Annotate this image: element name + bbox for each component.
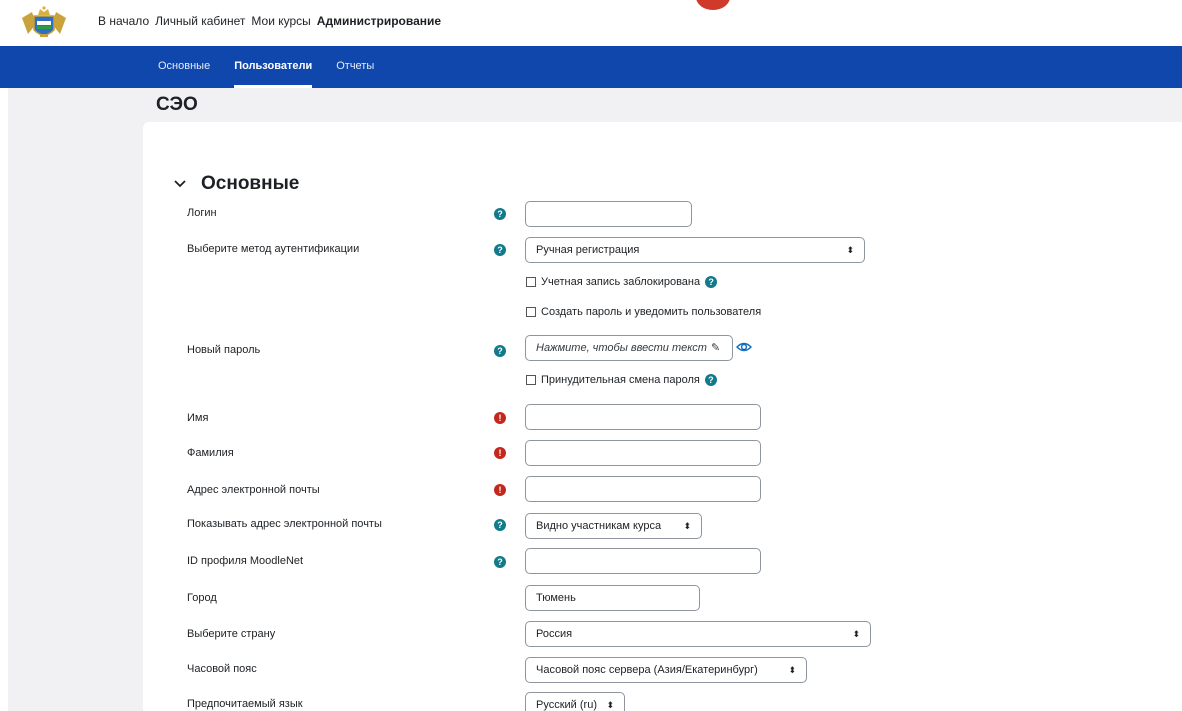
help-icon[interactable]: ? bbox=[705, 276, 718, 288]
nav-home-link[interactable]: В начало bbox=[98, 14, 149, 28]
section-general-header[interactable]: Основные bbox=[173, 173, 299, 195]
required-icon: ! bbox=[494, 484, 506, 496]
secondary-navigation: Основные Пользователи Отчеты bbox=[0, 46, 1182, 88]
country-select[interactable]: Россия ⬍ bbox=[525, 621, 871, 647]
city-label: Город bbox=[187, 592, 217, 604]
help-icon[interactable]: ? bbox=[704, 374, 717, 386]
left-drawer-strip bbox=[0, 88, 8, 711]
suspended-checkbox-row[interactable]: Учетная запись заблокирована ? bbox=[526, 276, 718, 288]
lastname-input[interactable] bbox=[525, 440, 761, 466]
tab-users[interactable]: Пользователи bbox=[234, 46, 313, 88]
create-password-checkbox-row[interactable]: Создать пароль и уведомить пользователя bbox=[526, 306, 761, 318]
top-navbar: В начало Личный кабинет Мои курсы Админи… bbox=[0, 0, 1182, 46]
help-icon[interactable]: ? bbox=[494, 519, 506, 531]
timezone-label: Часовой пояс bbox=[187, 663, 257, 675]
create-password-checkbox[interactable] bbox=[526, 307, 536, 317]
country-value: Россия bbox=[536, 628, 573, 640]
section-title: Основные bbox=[201, 173, 300, 194]
new-password-input[interactable]: Нажмите, чтобы ввести текст ✎ bbox=[525, 335, 733, 361]
coat-of-arms-logo[interactable] bbox=[18, 4, 70, 42]
username-label: Логин bbox=[187, 207, 217, 219]
nav-administration-link[interactable]: Администрирование bbox=[317, 14, 441, 28]
select-arrow-icon: ⬍ bbox=[683, 521, 691, 531]
force-password-change-checkbox[interactable] bbox=[526, 375, 536, 385]
create-password-label: Создать пароль и уведомить пользователя bbox=[541, 306, 762, 318]
select-arrow-icon: ⬍ bbox=[846, 245, 854, 255]
firstname-input[interactable] bbox=[525, 404, 761, 430]
email-display-label: Показывать адрес электронной почты bbox=[187, 518, 382, 530]
new-password-placeholder: Нажмите, чтобы ввести текст bbox=[536, 342, 707, 354]
timezone-value: Часовой пояс сервера (Азия/Екатеринбург) bbox=[536, 664, 758, 676]
page-title: СЭО bbox=[156, 94, 198, 115]
help-icon[interactable]: ? bbox=[494, 208, 506, 220]
required-icon: ! bbox=[494, 412, 506, 424]
nav-dashboard-link[interactable]: Личный кабинет bbox=[155, 14, 245, 28]
force-password-change-label: Принудительная смена пароля bbox=[541, 374, 700, 386]
language-value: Русский (ru) bbox=[536, 699, 597, 711]
language-label: Предпочитаемый язык bbox=[187, 698, 303, 710]
help-icon[interactable]: ? bbox=[494, 345, 506, 357]
select-arrow-icon: ⬍ bbox=[788, 665, 796, 675]
select-arrow-icon: ⬍ bbox=[852, 629, 860, 639]
auth-method-label: Выберите метод аутентификации bbox=[187, 243, 360, 255]
select-arrow-icon: ⬍ bbox=[606, 700, 614, 710]
country-label: Выберите страну bbox=[187, 628, 276, 640]
tab-reports[interactable]: Отчеты bbox=[336, 46, 374, 88]
email-display-value: Видно участникам курса bbox=[536, 520, 662, 532]
suspended-label: Учетная запись заблокирована bbox=[541, 276, 701, 288]
help-icon[interactable]: ? bbox=[494, 556, 506, 568]
timezone-select[interactable]: Часовой пояс сервера (Азия/Екатеринбург)… bbox=[525, 657, 807, 683]
new-password-label: Новый пароль bbox=[187, 344, 261, 356]
city-input[interactable]: Тюмень bbox=[525, 585, 700, 611]
pencil-icon: ✎ bbox=[710, 342, 721, 354]
auth-method-value: Ручная регистрация bbox=[536, 244, 640, 256]
auth-method-select[interactable]: Ручная регистрация ⬍ bbox=[525, 237, 865, 263]
force-password-change-checkbox-row[interactable]: Принудительная смена пароля ? bbox=[526, 374, 717, 386]
lastname-label: Фамилия bbox=[187, 447, 234, 459]
email-display-select[interactable]: Видно участникам курса ⬍ bbox=[525, 513, 702, 539]
email-label: Адрес электронной почты bbox=[187, 484, 320, 496]
chevron-down-icon[interactable] bbox=[173, 177, 187, 191]
firstname-label: Имя bbox=[187, 412, 209, 424]
email-input[interactable] bbox=[525, 476, 761, 502]
admin-tabs: Основные Пользователи Отчеты bbox=[158, 46, 398, 88]
primary-navigation: В начало Личный кабинет Мои курсы Админи… bbox=[98, 14, 441, 28]
username-input[interactable] bbox=[525, 201, 692, 227]
language-select[interactable]: Русский (ru) ⬍ bbox=[525, 692, 625, 711]
nav-my-courses-link[interactable]: Мои курсы bbox=[251, 14, 310, 28]
suspended-checkbox[interactable] bbox=[526, 277, 536, 287]
eye-icon[interactable] bbox=[736, 340, 752, 354]
help-icon[interactable]: ? bbox=[494, 244, 506, 256]
notification-circle[interactable] bbox=[696, 0, 730, 10]
required-icon: ! bbox=[494, 447, 506, 459]
tab-general[interactable]: Основные bbox=[158, 46, 210, 88]
moodlenet-label: ID профиля MoodleNet bbox=[187, 555, 304, 567]
moodlenet-input[interactable] bbox=[525, 548, 761, 574]
